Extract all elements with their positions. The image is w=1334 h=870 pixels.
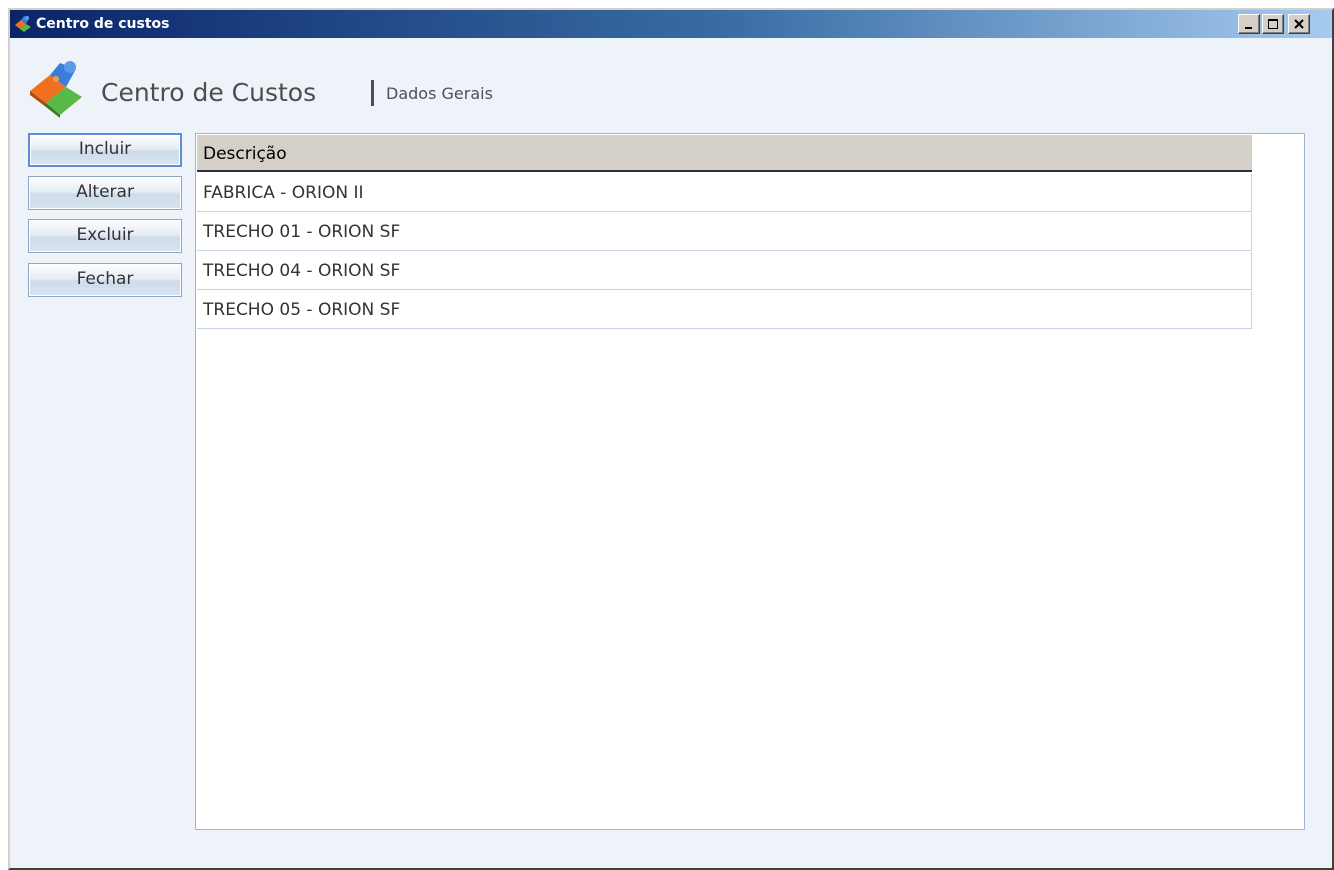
row-description: TRECHO 05 - ORION SF [203,300,401,320]
puzzle-pieces-icon [15,15,31,32]
minimize-button[interactable] [1238,14,1260,34]
maximize-button[interactable] [1262,14,1284,34]
cost-center-grid[interactable]: Descrição FABRICA - ORION II TRECHO 01 -… [195,133,1305,830]
close-icon [1294,19,1304,29]
close-button[interactable] [1288,14,1310,34]
alterar-button[interactable]: Alterar [28,176,182,210]
title-bar[interactable]: Centro de custos [10,10,1332,38]
table-row[interactable]: TRECHO 04 - ORION SF [197,252,1252,290]
title-separator [371,80,374,106]
maximize-icon [1268,19,1278,29]
centro-de-custos-window: Centro de custos Centro de Custos Dados [8,8,1334,870]
window-title: Centro de custos [36,16,170,32]
incluir-button[interactable]: Incluir [28,133,182,167]
column-header-label: Descrição [203,144,287,164]
row-description: TRECHO 04 - ORION SF [203,261,401,281]
row-description: FABRICA - ORION II [203,183,364,203]
page-title: Centro de Custos [101,78,317,107]
table-row[interactable]: TRECHO 05 - ORION SF [197,291,1252,329]
excluir-button[interactable]: Excluir [28,219,182,253]
row-description: TRECHO 01 - ORION SF [203,222,401,242]
page-subtitle: Dados Gerais [386,84,493,103]
table-row[interactable]: TRECHO 01 - ORION SF [197,213,1252,251]
column-header-descricao[interactable]: Descrição [197,135,1252,172]
puzzle-pieces-icon [30,61,82,118]
minimize-icon [1245,27,1252,29]
table-row[interactable]: FABRICA - ORION II [197,174,1252,212]
fechar-button[interactable]: Fechar [28,263,182,297]
